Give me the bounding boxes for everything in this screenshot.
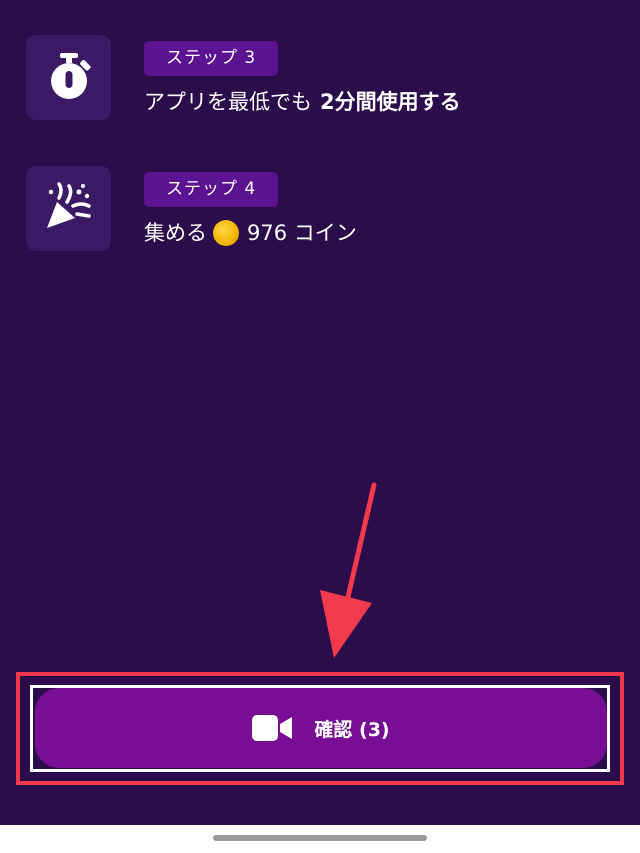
party-popper-icon — [43, 181, 95, 236]
step-item-4: ステップ 4 集める 976 コイン — [26, 166, 586, 254]
step-icon-tile — [26, 166, 111, 251]
coin-amount: 976 コイン — [247, 221, 357, 245]
step-badge: ステップ 3 — [144, 41, 279, 76]
system-home-bar — [0, 825, 640, 853]
step-text: アプリを最低でも — [144, 90, 312, 114]
video-camera-icon — [252, 714, 293, 742]
step-description: 集める 976 コイン — [144, 218, 357, 248]
confirm-button-label: 確認 (3) — [314, 718, 390, 741]
step-text: 集める — [144, 221, 207, 245]
stopwatch-icon — [45, 51, 93, 105]
home-indicator[interactable] — [213, 835, 427, 841]
step-badge: ステップ 4 — [144, 172, 279, 207]
step-description: アプリを最低でも 2分間使用する — [144, 87, 461, 117]
coin-icon — [213, 220, 239, 246]
step-item-3: ステップ 3 アプリを最低でも 2分間使用する — [26, 35, 586, 123]
step-icon-tile — [26, 35, 111, 120]
app-screen: ステップ 3 アプリを最低でも 2分間使用する ステップ 4 集める 976 コ… — [0, 0, 640, 825]
step-emphasis: 2分間使用する — [320, 90, 461, 114]
confirm-button[interactable]: 確認 (3) — [35, 688, 607, 768]
